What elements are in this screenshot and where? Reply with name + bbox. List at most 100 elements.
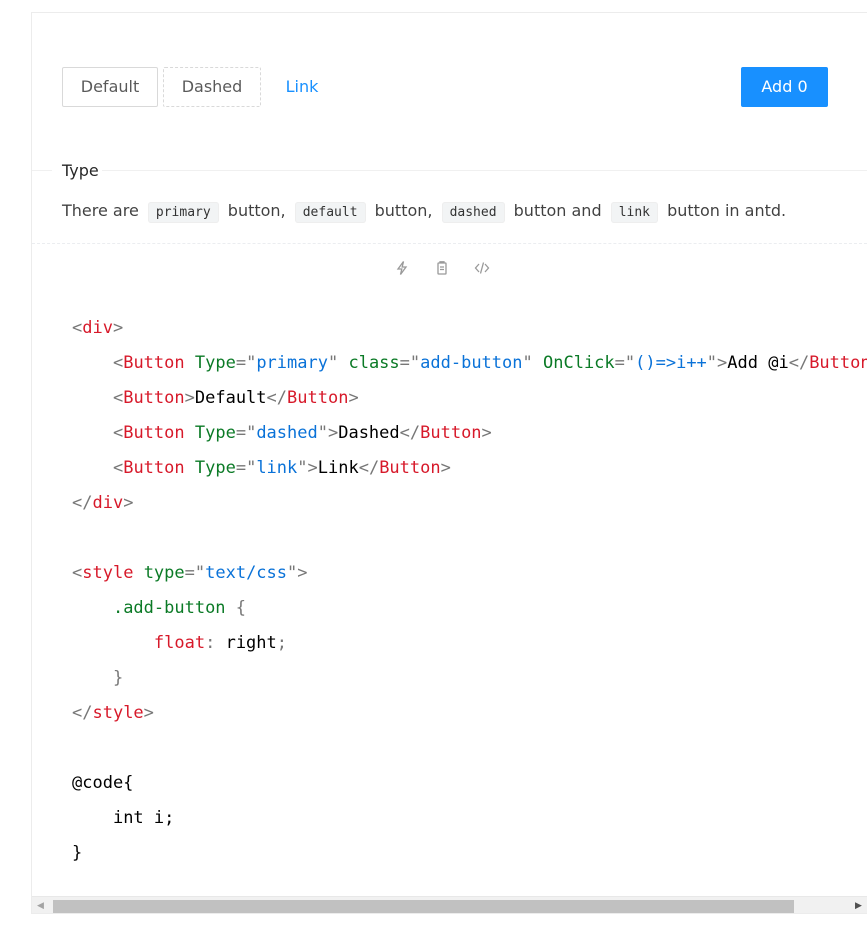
code-line: int i; <box>72 801 867 836</box>
meta-divider-right <box>102 170 867 171</box>
code-actions <box>394 260 514 276</box>
inline-code: default <box>294 202 366 223</box>
code-line: <Button Type="link">Link</Button> <box>72 451 867 486</box>
code-block: <div> <Button Type="primary" class="add-… <box>72 311 867 871</box>
code-line: } <box>72 836 867 871</box>
code-token: @code{ <box>72 773 134 793</box>
desc-text: button in antd. <box>667 201 787 220</box>
code-token: < <box>72 563 83 583</box>
code-line: </div> <box>72 486 867 521</box>
code-line: float: right; <box>72 626 867 661</box>
code-token: =" <box>184 563 206 583</box>
code-token: OnClick <box>543 353 615 373</box>
code-token: " <box>327 353 339 373</box>
inline-code: link <box>610 202 659 223</box>
code-token: style <box>92 703 144 723</box>
copy-icon[interactable] <box>434 260 450 276</box>
code-line: @code{ <box>72 766 867 801</box>
code-token: =" <box>614 353 636 373</box>
scroll-left-arrow-icon[interactable]: ◀ <box>32 897 49 913</box>
desc-text: button and <box>513 201 602 220</box>
code-token: ()=>i++ <box>635 353 707 373</box>
inline-code: primary <box>147 202 219 223</box>
code-token: type <box>143 563 185 583</box>
scrollbar-thumb[interactable] <box>53 900 794 913</box>
code-token: Type <box>194 458 236 478</box>
code-token: class <box>348 353 400 373</box>
code-token: > <box>440 458 451 478</box>
code-token: add-button <box>420 353 523 373</box>
default-button[interactable]: Default <box>62 67 158 107</box>
code-token: Button <box>123 458 185 478</box>
code-token: ; <box>276 633 288 653</box>
code-token: > <box>348 388 359 408</box>
code-line: <Button>Default</Button> <box>72 381 867 416</box>
desc-text: button, <box>227 201 286 220</box>
desc-text: There are <box>62 201 139 220</box>
code-token: Button <box>379 458 441 478</box>
inline-code: dashed <box>441 202 505 223</box>
code-token: > <box>143 703 154 723</box>
code-token: "> <box>706 353 728 373</box>
code-token: int i; <box>112 808 175 828</box>
code-line: <div> <box>72 311 867 346</box>
code-token: =" <box>399 353 421 373</box>
code-token: "> <box>297 458 318 478</box>
code-token: Type <box>194 353 236 373</box>
code-token: float <box>153 633 206 653</box>
code-token: primary <box>256 353 328 373</box>
actions-divider <box>32 243 867 244</box>
link-button[interactable]: Link <box>272 67 332 107</box>
code-token: Button <box>123 353 185 373</box>
code-token: </ <box>358 458 380 478</box>
code-token: </ <box>399 423 421 443</box>
code-token: < <box>112 353 124 373</box>
code-token: < <box>112 388 124 408</box>
code-token: Button <box>123 388 185 408</box>
code-token: </ <box>72 493 93 513</box>
desc-text: button, <box>374 201 433 220</box>
code-line: <Button Type="primary" class="add-button… <box>72 346 867 381</box>
meta-title: Type <box>62 161 101 181</box>
code-token: Default <box>194 388 267 408</box>
code-token: Dashed <box>338 423 400 443</box>
code-token: </ <box>266 388 288 408</box>
code-token: Button <box>287 388 349 408</box>
code-token: "> <box>317 423 339 443</box>
code-token: style <box>82 563 134 583</box>
code-token: dashed <box>256 423 318 443</box>
code-token: "> <box>287 563 308 583</box>
code-token: " <box>522 353 533 373</box>
code-token: </ <box>72 703 93 723</box>
code-icon[interactable] <box>474 260 490 276</box>
code-token: right <box>225 633 277 653</box>
code-token: text/css <box>205 563 288 583</box>
code-token: < <box>72 318 83 338</box>
code-token: .add-button <box>112 598 226 618</box>
code-line: <style type="text/css"> <box>72 556 867 591</box>
code-token: =" <box>235 353 257 373</box>
meta-description: There are primary button, default button… <box>62 199 786 225</box>
code-token: </ <box>788 353 810 373</box>
dashed-button[interactable]: Dashed <box>163 67 261 107</box>
meta-divider-left <box>32 170 52 171</box>
code-token: > <box>481 423 492 443</box>
code-token: { <box>235 598 247 618</box>
code-box: Default Dashed Link Add 0 Type There are… <box>31 12 867 914</box>
code-token: } <box>72 843 83 863</box>
code-token: Button <box>123 423 185 443</box>
code-token: div <box>82 318 113 338</box>
code-token: link <box>256 458 298 478</box>
add-button[interactable]: Add 0 <box>741 67 828 107</box>
scroll-right-arrow-icon[interactable]: ▶ <box>850 897 867 913</box>
code-token: Type <box>194 423 236 443</box>
thunderbolt-icon[interactable] <box>394 260 410 276</box>
code-token: div <box>92 493 124 513</box>
code-token: < <box>112 458 124 478</box>
code-token: Button <box>420 423 482 443</box>
code-line: <Button Type="dashed">Dashed</Button> <box>72 416 867 451</box>
horizontal-scrollbar[interactable]: ◀ ▶ <box>32 896 867 913</box>
code-token: Button <box>809 353 867 373</box>
